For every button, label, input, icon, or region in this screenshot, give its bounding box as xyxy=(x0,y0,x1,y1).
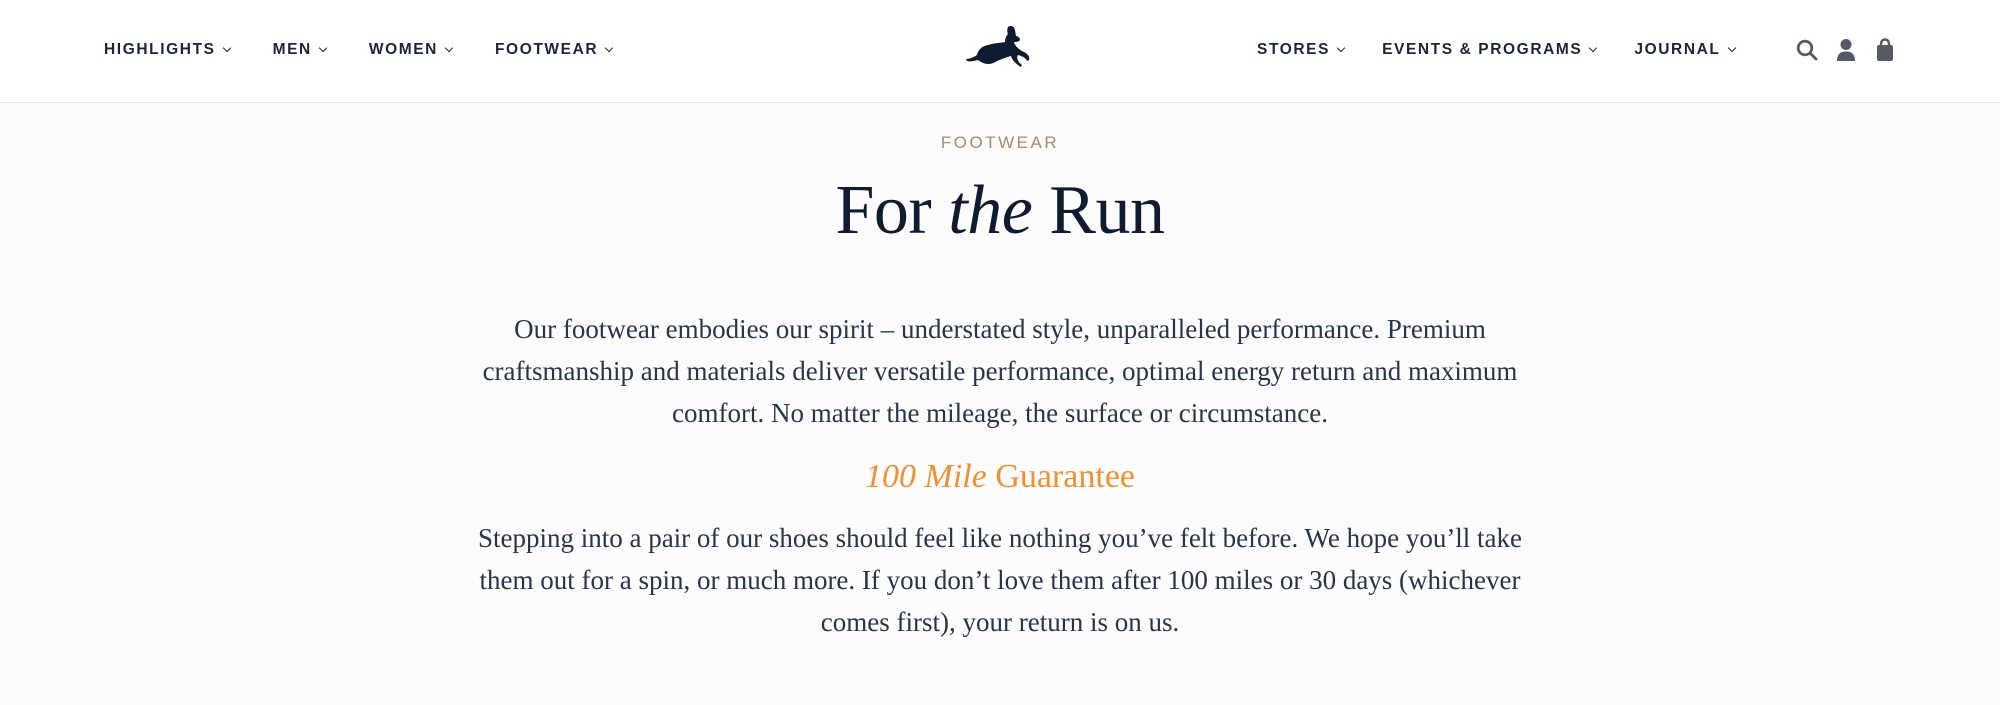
nav-item-men[interactable]: MEN xyxy=(272,41,328,59)
nav-item-label: EVENTS & PROGRAMS xyxy=(1382,41,1583,58)
nav-item-footwear[interactable]: FOOTWEAR xyxy=(494,41,614,59)
chevron-down-icon xyxy=(604,43,614,52)
nav-item-label: JOURNAL xyxy=(1634,41,1721,58)
intro-paragraph: Our footwear embodies our spirit – under… xyxy=(482,314,1518,428)
brand-logo[interactable] xyxy=(964,24,1032,72)
chevron-down-icon xyxy=(222,43,231,52)
chevron-down-icon xyxy=(318,43,328,52)
nav-item-highlights[interactable]: HIGHLIGHTS xyxy=(104,41,231,59)
primary-nav-left: HIGHLIGHTS MEN WOMEN FOOTWEAR xyxy=(104,0,655,100)
nav-item-label: STORES xyxy=(1257,41,1331,58)
utility-nav xyxy=(1794,0,1911,100)
shopping-bag-icon[interactable] xyxy=(1872,37,1898,63)
nav-item-label: FOOTWEAR xyxy=(494,41,599,58)
primary-nav-right: STORES EVENTS & PROGRAMS JOURNAL xyxy=(1257,0,1773,100)
site-header: HIGHLIGHTS MEN WOMEN FOOTWEAR STORES EVE… xyxy=(0,0,2000,103)
nav-item-label: HIGHLIGHTS xyxy=(104,41,216,58)
guarantee-heading-rest: Guarantee xyxy=(986,458,1135,495)
nav-item-events-programs[interactable]: EVENTS & PROGRAMS xyxy=(1382,41,1598,59)
chevron-down-icon xyxy=(444,43,454,52)
search-icon[interactable] xyxy=(1794,37,1820,63)
chevron-down-icon xyxy=(1589,43,1598,52)
page-title: For the Run xyxy=(0,169,2000,253)
chevron-down-icon xyxy=(1336,43,1346,52)
leaping-hare-logo-icon xyxy=(966,26,1030,67)
nav-item-women[interactable]: WOMEN xyxy=(368,41,454,59)
title-suffix: Run xyxy=(1032,172,1165,249)
chevron-down-icon xyxy=(1727,43,1736,52)
category-eyebrow: FOOTWEAR xyxy=(940,133,1060,152)
nav-item-label: WOMEN xyxy=(368,41,438,58)
account-icon[interactable] xyxy=(1833,37,1859,63)
guarantee-heading: 100 Mile Guarantee xyxy=(0,457,2000,497)
nav-item-stores[interactable]: STORES xyxy=(1257,41,1346,59)
title-emphasis: the xyxy=(948,172,1033,249)
nav-item-label: MEN xyxy=(272,41,312,58)
title-prefix: For xyxy=(835,172,949,249)
guarantee-paragraph: Stepping into a pair of our shoes should… xyxy=(477,523,1523,637)
nav-item-journal[interactable]: JOURNAL xyxy=(1634,41,1736,59)
guarantee-heading-emphasis: 100 Mile xyxy=(865,458,987,495)
